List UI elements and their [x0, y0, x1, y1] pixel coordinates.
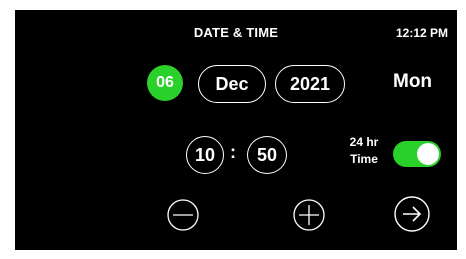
month-selector[interactable]: Dec: [198, 65, 266, 103]
time-separator: :: [230, 142, 236, 162]
plus-circle-icon: [293, 199, 325, 231]
24hr-time-label: 24 hr Time: [340, 134, 388, 168]
hour-selector[interactable]: 10: [186, 136, 224, 174]
status-clock: 12:12 PM: [395, 26, 448, 40]
decrement-button[interactable]: [167, 199, 199, 231]
weekday-label: Mon: [393, 71, 433, 92]
date-time-screen: DATE & TIME 12:12 PM 06 Dec 2021 Mon 10 …: [15, 10, 457, 250]
minus-circle-icon: [167, 199, 199, 231]
minute-selector[interactable]: 50: [247, 136, 287, 174]
24hr-time-toggle[interactable]: [393, 141, 441, 167]
year-selector[interactable]: 2021: [275, 65, 345, 103]
toggle-knob: [417, 143, 439, 165]
day-selector[interactable]: 06: [147, 65, 183, 101]
increment-button[interactable]: [293, 199, 325, 231]
24hr-label-line1: 24 hr: [349, 135, 379, 149]
page-title: DATE & TIME: [193, 25, 279, 40]
24hr-label-line2: Time: [350, 152, 378, 166]
next-button[interactable]: [394, 196, 430, 232]
arrow-right-circle-icon: [394, 196, 430, 232]
